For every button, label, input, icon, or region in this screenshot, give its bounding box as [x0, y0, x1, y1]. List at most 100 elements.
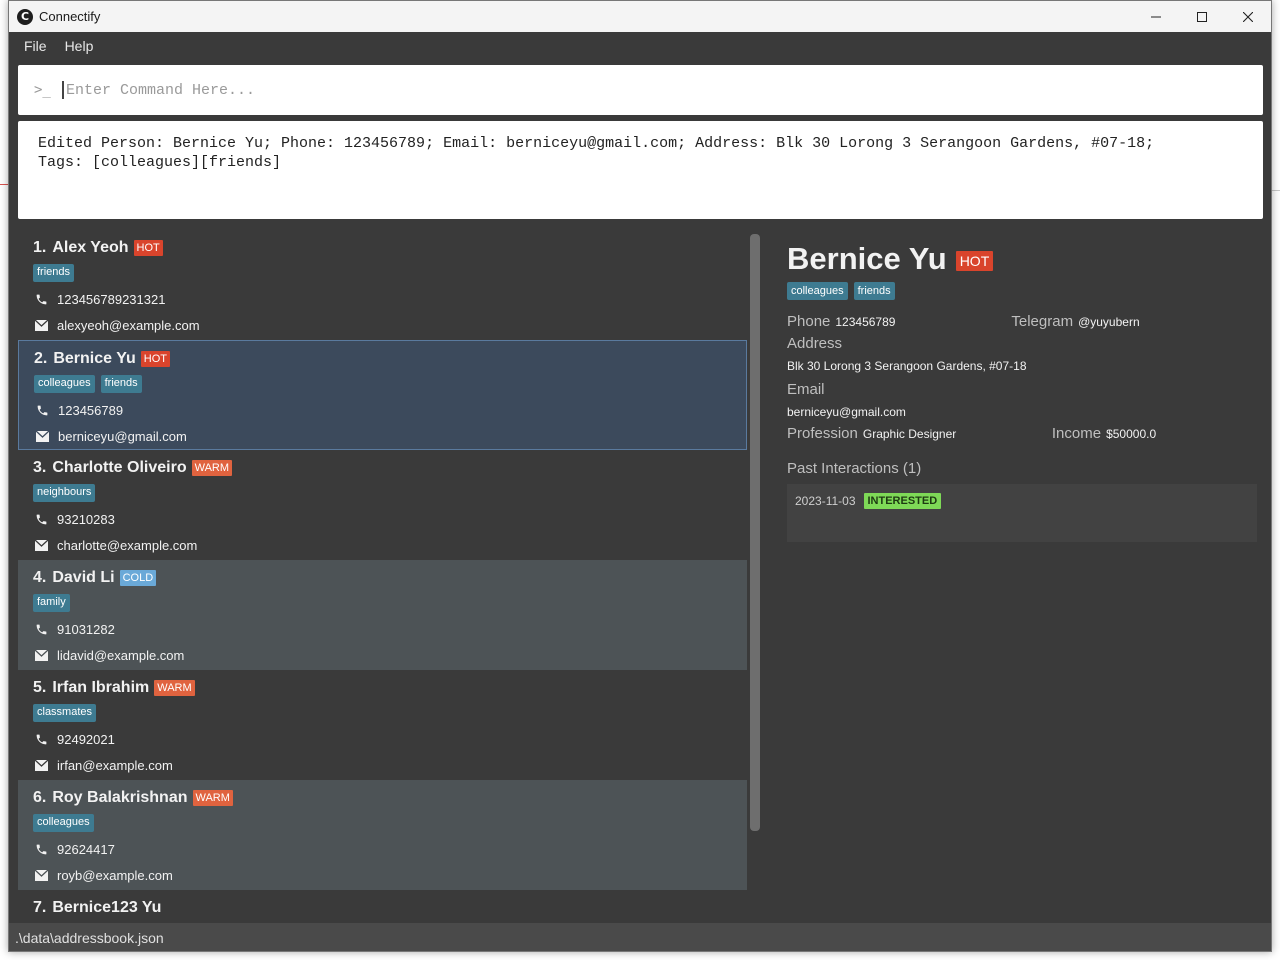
envelope-icon [34, 428, 50, 444]
person-card[interactable]: 4. David Li COLD family 91031282 lidavid… [18, 560, 747, 670]
window-controls [1133, 1, 1271, 32]
tag: neighbours [33, 484, 96, 502]
app-logo-icon: C [17, 8, 33, 25]
person-phone: 93210283 [57, 511, 115, 527]
menu-help[interactable]: Help [56, 38, 103, 54]
person-list[interactable]: 1. Alex Yeoh HOT friends 123456789231321… [18, 230, 747, 912]
phone-label: Phone [787, 313, 831, 330]
detail-profession: Graphic Designer [862, 427, 957, 441]
address-label: Address [787, 335, 843, 352]
interaction-date: 2023-11-03 [795, 494, 856, 508]
tag: friends [100, 375, 142, 393]
detail-tag: friends [853, 282, 895, 300]
person-email: alexyeoh@example.com [57, 317, 200, 333]
status-badge: HOT [133, 240, 163, 256]
tag: classmates [33, 704, 97, 722]
past-interactions-title: Past Interactions (1) [787, 460, 922, 477]
close-button[interactable] [1225, 1, 1271, 32]
person-email: berniceyu@gmail.com [58, 428, 187, 444]
phone-icon [33, 291, 49, 307]
tag: colleagues [33, 814, 94, 832]
profession-label: Profession [787, 425, 858, 442]
person-card[interactable]: 5. Irfan Ibrahim WARM classmates 9249202… [18, 670, 747, 780]
phone-icon [33, 731, 49, 747]
person-name: Charlotte Oliveiro [52, 459, 187, 476]
scrollbar-thumb[interactable] [750, 234, 760, 831]
status-bar: .\data\addressbook.json [9, 923, 1271, 951]
person-name: Roy Balakrishnan [52, 789, 188, 806]
person-card-selected[interactable]: 2. Bernice Yu HOT colleagues friends 123… [18, 340, 747, 450]
phone-icon [33, 841, 49, 857]
detail-income: $50000.0 [1106, 427, 1157, 441]
person-index: 6. [33, 789, 47, 806]
envelope-icon [33, 317, 49, 333]
person-phone: 123456789 [58, 402, 124, 418]
person-phone: 123456789231321 [57, 291, 166, 307]
terminal-prompt-icon: >_ [34, 82, 51, 98]
interaction-outcome-badge: INTERESTED [863, 493, 942, 509]
person-card[interactable]: 7. Bernice123 Yu [18, 890, 747, 912]
close-icon [1243, 11, 1253, 22]
command-box: >_ [18, 65, 1263, 115]
phone-icon [34, 402, 50, 418]
status-badge: COLD [119, 570, 157, 586]
person-card[interactable]: 3. Charlotte Oliveiro WARM neighbours 93… [18, 450, 747, 560]
detail-address: Blk 30 Lorong 3 Serangoon Gardens, #07-1… [787, 359, 1027, 373]
phone-icon [33, 511, 49, 527]
app-window: C Connectify File Help >_ Edited Person:… [8, 0, 1272, 952]
person-name: Irfan Ibrahim [52, 679, 150, 696]
status-badge: WARM [154, 680, 195, 696]
person-name: David Li [52, 569, 115, 586]
person-phone: 91031282 [57, 621, 115, 637]
person-index: 1. [33, 239, 47, 256]
minimize-icon [1151, 16, 1161, 17]
background-fragment [0, 184, 8, 185]
title-bar: C Connectify [9, 1, 1271, 32]
person-index: 2. [34, 350, 48, 367]
person-name: Bernice Yu [53, 350, 136, 367]
person-card[interactable]: 6. Roy Balakrishnan WARM colleagues 9262… [18, 780, 747, 890]
person-name: Alex Yeoh [52, 239, 129, 256]
command-input[interactable] [62, 81, 1242, 99]
person-phone: 92492021 [57, 731, 115, 747]
detail-tag: colleagues [787, 282, 848, 300]
person-index: 3. [33, 459, 47, 476]
person-email: charlotte@example.com [57, 537, 198, 553]
window-title: Connectify [39, 9, 101, 24]
tag: family [33, 594, 70, 612]
person-index: 7. [33, 899, 47, 912]
detail-name: Bernice Yu [787, 241, 947, 276]
person-name: Bernice123 Yu [52, 899, 162, 912]
person-email: royb@example.com [57, 867, 173, 883]
person-phone: 92624417 [57, 841, 115, 857]
minimize-button[interactable] [1133, 1, 1179, 32]
maximize-button[interactable] [1179, 1, 1225, 32]
detail-email: berniceyu@gmail.com [787, 405, 906, 419]
list-scrollbar[interactable] [749, 234, 761, 831]
envelope-icon [33, 647, 49, 663]
tag: friends [33, 264, 75, 282]
status-badge: WARM [192, 790, 233, 806]
person-email: irfan@example.com [57, 757, 173, 773]
envelope-icon [33, 757, 49, 773]
interaction-item: 2023-11-03 INTERESTED [787, 484, 1257, 542]
person-card[interactable]: 1. Alex Yeoh HOT friends 123456789231321… [18, 230, 747, 340]
background-fragment [1272, 190, 1280, 191]
person-detail-panel: Bernice Yu HOT colleagues friends Phone … [787, 236, 1259, 542]
detail-telegram: @yuyubern [1078, 315, 1140, 329]
status-badge: HOT [140, 351, 170, 367]
result-display: Edited Person: Bernice Yu; Phone: 123456… [18, 121, 1263, 219]
envelope-icon [33, 537, 49, 553]
detail-phone: 123456789 [835, 315, 896, 329]
person-index: 4. [33, 569, 47, 586]
person-index: 5. [33, 679, 47, 696]
person-email: lidavid@example.com [57, 647, 185, 663]
envelope-icon [33, 867, 49, 883]
status-badge: WARM [191, 460, 233, 476]
email-label: Email [787, 381, 825, 398]
menu-file[interactable]: File [15, 38, 56, 54]
detail-status-badge: HOT [955, 251, 994, 271]
telegram-label: Telegram [1011, 313, 1074, 330]
phone-icon [33, 621, 49, 637]
tag: colleagues [34, 375, 95, 393]
